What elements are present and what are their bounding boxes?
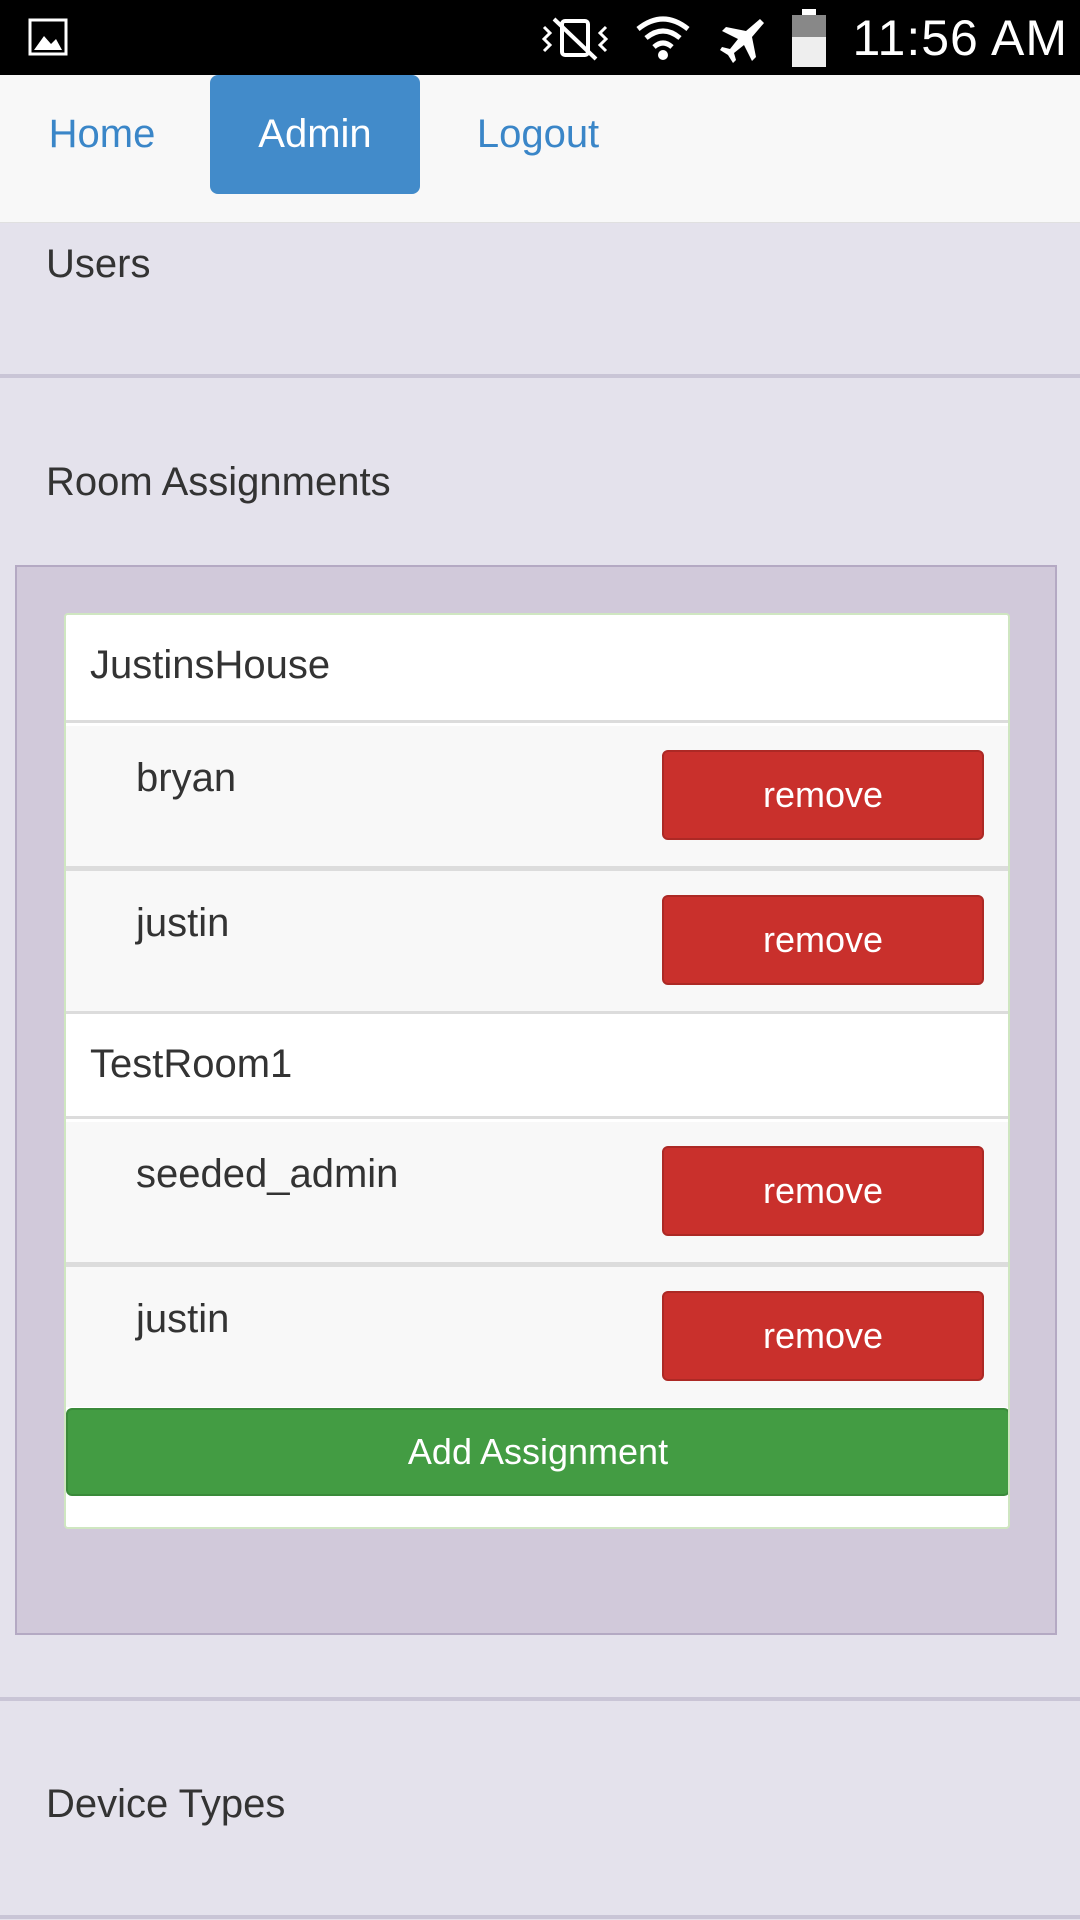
image-icon — [28, 18, 68, 56]
assigned-user-name: seeded_admin — [136, 1152, 399, 1196]
battery-icon — [792, 8, 827, 67]
section-divider — [0, 374, 1080, 378]
list-item: seeded_admin remove — [66, 1122, 1008, 1262]
remove-button[interactable]: remove — [662, 1146, 984, 1236]
assigned-user-name: justin — [136, 901, 230, 945]
room-assignments-list: JustinsHouse bryan remove justin remove … — [64, 613, 1010, 1529]
room-header: TestRoom1 — [66, 1011, 1008, 1119]
remove-button[interactable]: remove — [662, 750, 984, 840]
section-divider — [0, 1697, 1080, 1701]
add-assignment-button[interactable]: Add Assignment — [66, 1408, 1008, 1496]
status-time: 11:56 AM — [852, 9, 1068, 66]
remove-button[interactable]: remove — [662, 1291, 984, 1381]
section-divider — [0, 1915, 1080, 1919]
top-navbar: Home Admin Logout — [0, 75, 1080, 223]
remove-button[interactable]: remove — [662, 895, 984, 985]
device-types-section-title[interactable]: Device Types — [46, 1782, 285, 1827]
room-assignments-section-title[interactable]: Room Assignments — [46, 460, 391, 505]
room-name: JustinsHouse — [90, 643, 331, 687]
nav-logout-link[interactable]: Logout — [452, 75, 624, 194]
list-item: justin remove — [66, 1267, 1008, 1407]
wifi-icon — [636, 15, 691, 61]
room-name: TestRoom1 — [90, 1042, 293, 1086]
airplane-icon — [716, 13, 766, 63]
assigned-user-name: justin — [136, 1297, 230, 1341]
nav-home-link[interactable]: Home — [22, 75, 182, 194]
vibrate-mute-icon — [540, 15, 610, 61]
nav-admin-link[interactable]: Admin — [210, 75, 420, 194]
list-item: justin remove — [66, 871, 1008, 1011]
users-section-title[interactable]: Users — [46, 242, 150, 287]
assigned-user-name: bryan — [136, 756, 237, 800]
status-bar: 11:56 AM — [0, 0, 1080, 75]
room-header: JustinsHouse — [66, 615, 1008, 723]
list-item: bryan remove — [66, 726, 1008, 866]
